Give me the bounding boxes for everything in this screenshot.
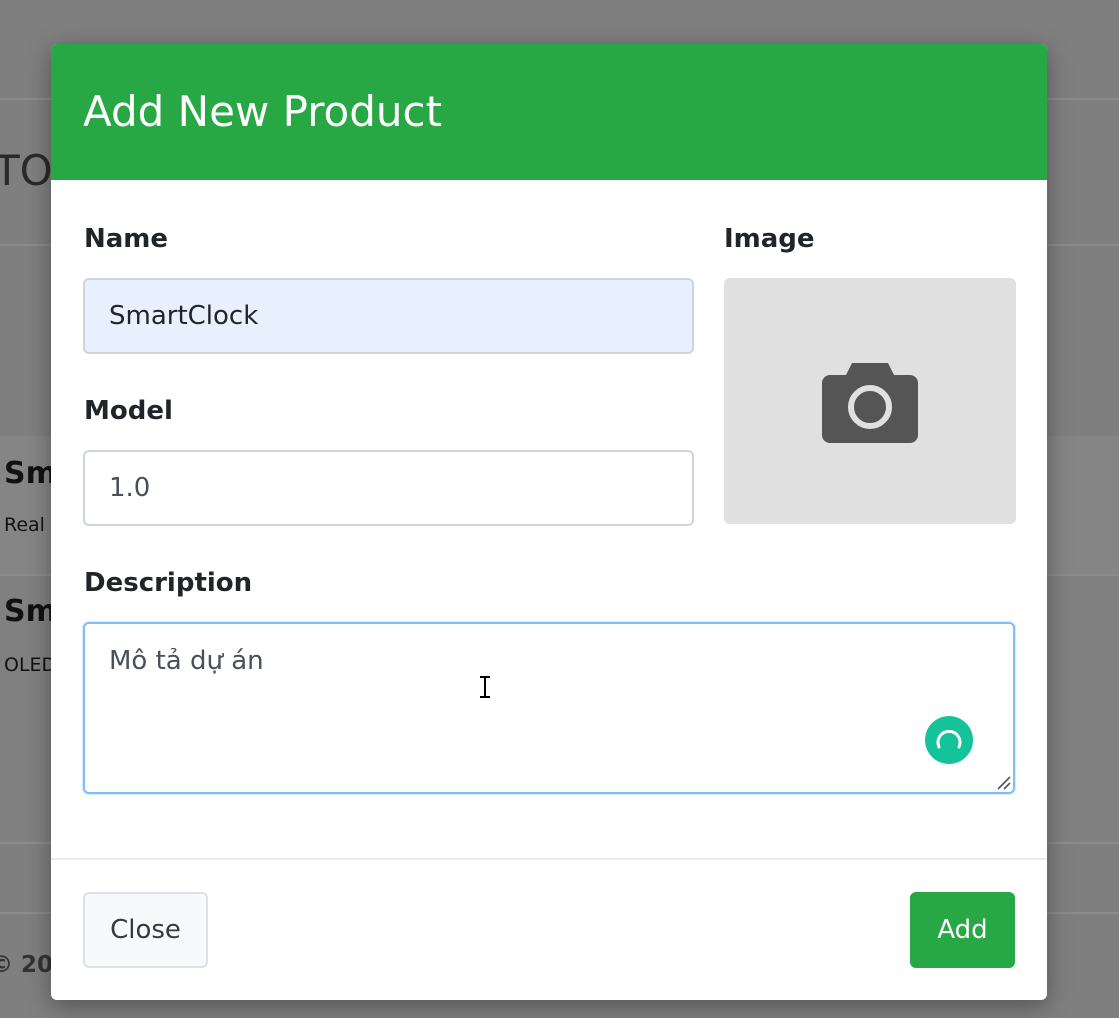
background-item-title: Sm (4, 456, 57, 491)
modal-header: Add New Product (51, 44, 1047, 180)
description-label: Description (84, 568, 253, 598)
spinner-icon (936, 729, 962, 749)
image-label: Image (724, 224, 815, 254)
add-product-modal: Add New Product Name Model Image Descrip… (51, 44, 1047, 1000)
background-item-title: Sm (4, 594, 57, 629)
background-item-subtitle: Real (4, 514, 45, 536)
name-label: Name (84, 224, 169, 254)
modal-footer-divider (51, 858, 1047, 860)
text-cursor-icon (480, 676, 490, 698)
image-upload-box[interactable] (724, 278, 1016, 524)
resize-handle-icon[interactable] (995, 774, 1011, 790)
close-button[interactable]: Close (83, 892, 208, 968)
model-input[interactable] (83, 450, 694, 526)
background-item-subtitle: OLED (4, 654, 57, 676)
camera-icon (822, 363, 918, 443)
writing-assistant-button[interactable] (925, 716, 973, 764)
model-label: Model (84, 396, 173, 426)
add-button[interactable]: Add (910, 892, 1015, 968)
modal-title: Add New Product (83, 87, 443, 136)
name-input[interactable] (83, 278, 694, 354)
description-textarea[interactable] (83, 622, 1015, 794)
